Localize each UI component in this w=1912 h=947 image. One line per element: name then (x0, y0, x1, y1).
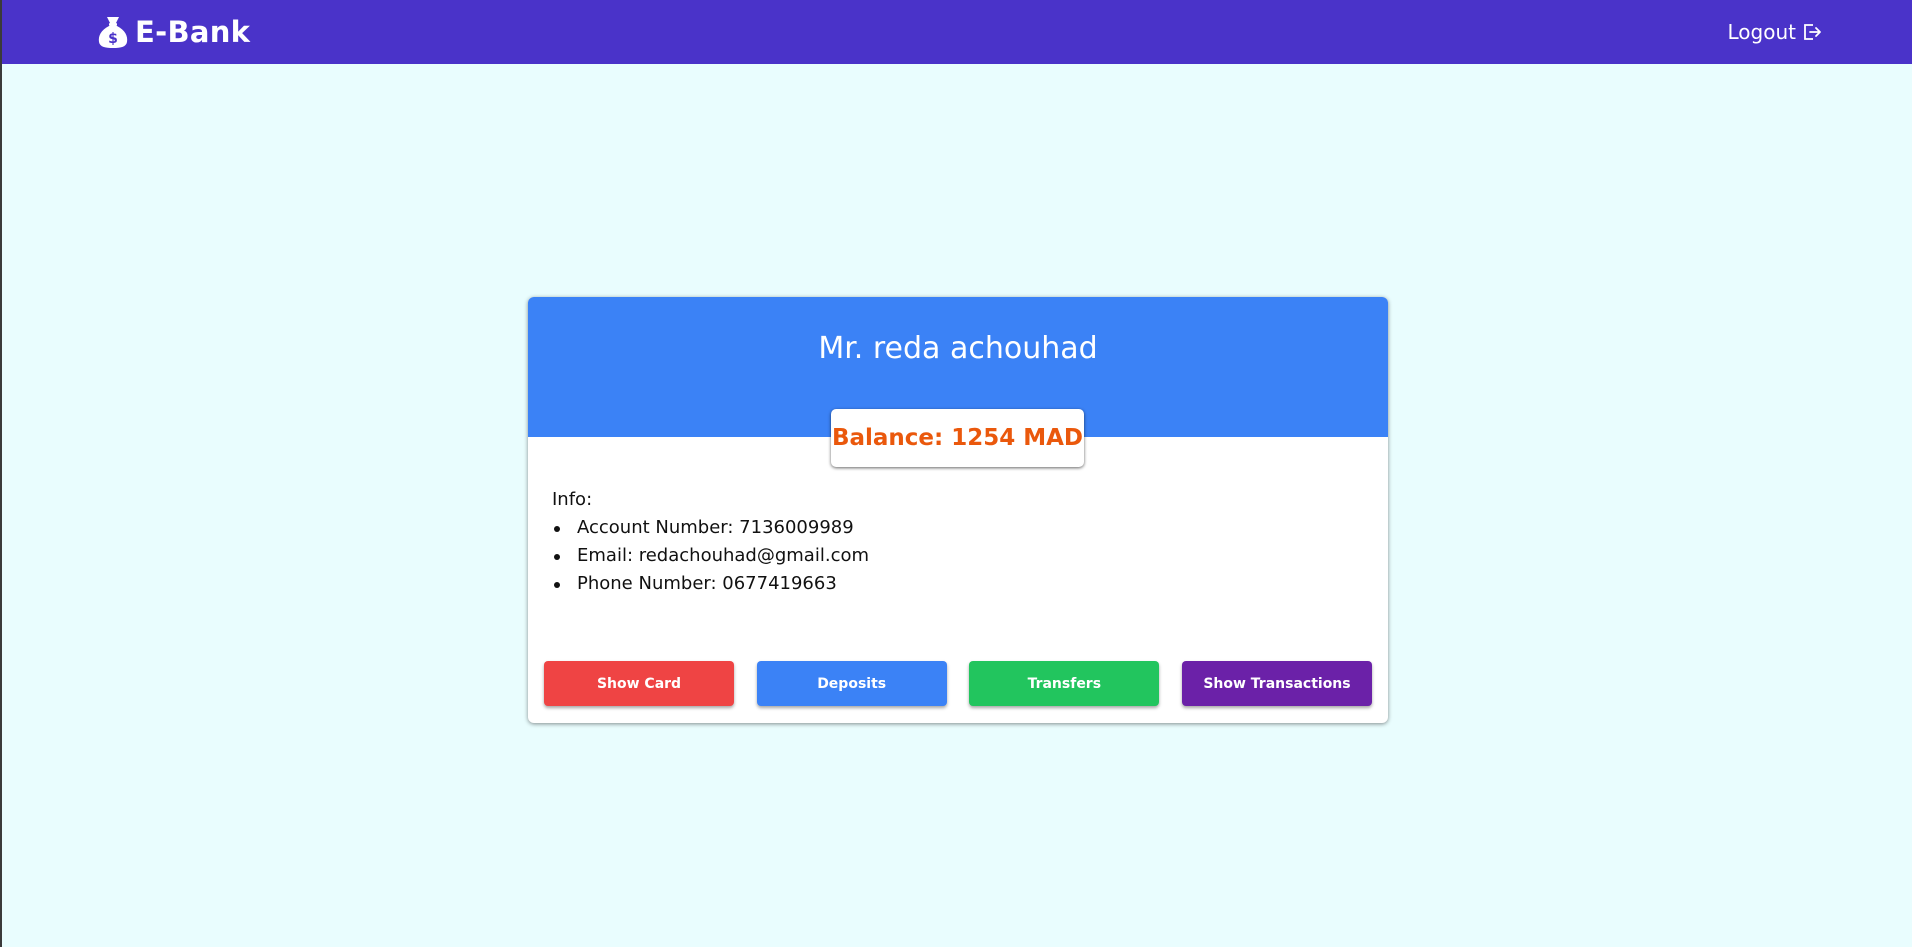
account-phone: Phone Number: 0677419663 (552, 570, 869, 598)
info-list: Account Number: 7136009989 Email: redach… (552, 514, 869, 598)
show-transactions-button[interactable]: Show Transactions (1181, 661, 1372, 706)
account-info: Info: Account Number: 7136009989 Email: … (552, 486, 869, 598)
balance-badge: Balance: 1254 MAD (831, 409, 1084, 467)
customer-name: Mr. reda achouhad (818, 331, 1098, 366)
show-card-button[interactable]: Show Card (544, 661, 734, 706)
account-card: Mr. reda achouhad Balance: 1254 MAD Info… (528, 297, 1388, 723)
info-heading: Info: (552, 489, 593, 510)
logout-label: Logout (1727, 20, 1796, 44)
top-navbar: $ E-Bank Logout (2, 0, 1912, 64)
account-email: Email: redachouhad@gmail.com (552, 542, 869, 570)
transfers-button[interactable]: Transfers (969, 661, 1160, 706)
logout-icon (1802, 22, 1822, 42)
logout-button[interactable]: Logout (1728, 20, 1822, 44)
brand-logo[interactable]: $ E-Bank (97, 15, 250, 49)
account-number: Account Number: 7136009989 (552, 514, 869, 542)
deposits-button[interactable]: Deposits (756, 661, 947, 706)
action-buttons: Show Card Deposits Transfers Show Transa… (544, 661, 1372, 706)
svg-text:$: $ (108, 31, 118, 47)
brand-name: E-Bank (135, 15, 251, 49)
money-bag-icon: $ (97, 15, 129, 49)
window-edge (0, 0, 2, 947)
